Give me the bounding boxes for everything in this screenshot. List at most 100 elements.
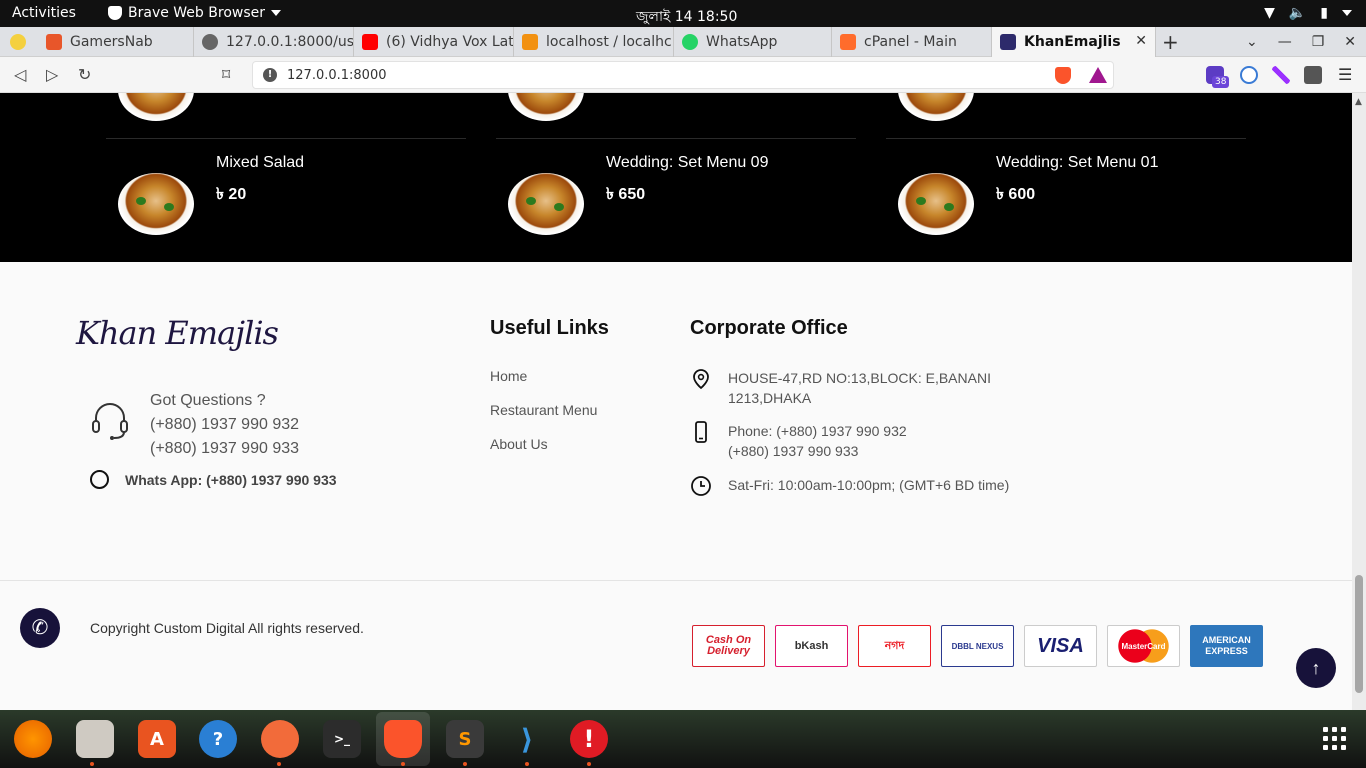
youtube-icon <box>362 34 378 50</box>
questions-phone-1[interactable]: (+880) 1937 990 932 <box>150 413 299 437</box>
menu-item-name[interactable]: Wedding: Set Menu 01 <box>996 154 1158 172</box>
dish-image <box>508 93 584 121</box>
page-scrollbar[interactable]: ▲ <box>1352 93 1366 710</box>
location-pin-icon <box>693 369 709 390</box>
cpanel-icon <box>840 34 856 50</box>
maximize-icon[interactable]: ❐ <box>1312 34 1325 50</box>
address-bar[interactable]: ! 127.0.0.1:8000 <box>252 61 1114 89</box>
address-line-1: HOUSE-47,RD NO:13,BLOCK: E,BANANI <box>728 370 991 386</box>
tab-phpmyadmin[interactable]: localhost / localhc <box>514 27 674 57</box>
bkash-logo: bKash <box>775 625 848 667</box>
tab-title: cPanel - Main <box>864 34 957 50</box>
site-info-icon[interactable]: ! <box>263 68 277 82</box>
brave-rewards-icon[interactable] <box>1089 67 1107 83</box>
system-tray[interactable]: ▼ 🔈 ▮ <box>1264 5 1352 21</box>
menu-section: Mixed Salad ৳ 20 Wedding: Set Menu 09 ৳ … <box>0 93 1352 262</box>
menu-item[interactable]: Mixed Salad ৳ 20 <box>106 93 466 235</box>
menu-item[interactable]: Wedding: Set Menu 01 ৳ 600 <box>886 93 1246 235</box>
update-alert-icon[interactable]: ! <box>570 720 608 758</box>
menu-item-price: ৳ 600 <box>996 186 1036 203</box>
brave-icon <box>108 6 122 20</box>
puzzle-icon[interactable] <box>1304 66 1322 84</box>
tab-whatsapp[interactable]: WhatsApp <box>674 27 832 57</box>
dish-image <box>508 173 584 235</box>
useful-links-heading: Useful Links <box>490 317 609 339</box>
site-logo[interactable]: Khan Emajlis <box>76 314 279 352</box>
payment-methods: Cash On Delivery bKash নগদ DBBL NEXUS VI… <box>692 625 1263 667</box>
menu-item-price: ৳ 20 <box>216 186 247 203</box>
menu-separator <box>886 138 1246 139</box>
terminal-icon[interactable]: >_ <box>323 720 361 758</box>
clock[interactable]: জুলাই 14 18:50 <box>636 5 737 29</box>
reload-icon[interactable]: ↻ <box>78 65 91 84</box>
show-applications-icon[interactable] <box>1323 727 1346 750</box>
pen-extension-icon[interactable] <box>1272 66 1290 84</box>
minimize-icon[interactable]: — <box>1278 34 1292 50</box>
close-tab-icon[interactable]: ✕ <box>1135 33 1147 49</box>
footer-link-restaurant-menu[interactable]: Restaurant Menu <box>490 402 597 419</box>
postman-icon[interactable] <box>261 720 299 758</box>
new-tab-button[interactable]: + <box>1162 30 1179 54</box>
tab-title: (6) Vidhya Vox Lat <box>386 34 514 50</box>
hamburger-menu-icon[interactable]: ☰ <box>1338 65 1352 84</box>
extension-circle-icon[interactable] <box>1240 66 1258 84</box>
ubuntu-dock: A ? >_ S ⟩ ! <box>0 710 1366 768</box>
bookmark-icon[interactable]: ⌑ <box>222 65 230 84</box>
tab-title: localhost / localhc <box>546 34 672 50</box>
footer-link-about-us[interactable]: About Us <box>490 436 597 453</box>
menu-item-name[interactable]: Wedding: Set Menu 09 <box>606 154 768 172</box>
help-icon[interactable]: ? <box>199 720 237 758</box>
tab-search-icon[interactable]: ⌄ <box>1246 34 1258 50</box>
dish-image <box>898 173 974 235</box>
brave-shields-icon[interactable] <box>1055 67 1071 84</box>
wifi-icon: ▼ <box>1264 5 1275 21</box>
whatsapp-contact[interactable]: Whats App: (+880) 1937 990 933 <box>90 470 337 489</box>
app-menu[interactable]: Brave Web Browser <box>108 5 281 21</box>
activities-button[interactable]: Activities <box>12 5 76 21</box>
tab-youtube[interactable]: (6) Vidhya Vox Lat <box>354 27 514 57</box>
tab-cpanel[interactable]: cPanel - Main <box>832 27 992 57</box>
menu-item[interactable]: Wedding: Set Menu 09 ৳ 650 <box>496 93 856 235</box>
tab-gamersnab[interactable]: GamersNab <box>38 27 194 57</box>
dish-image <box>118 173 194 235</box>
firefox-icon[interactable] <box>14 720 52 758</box>
office-hours: Sat-Fri: 10:00am-10:00pm; (GMT+6 BD time… <box>690 475 1009 497</box>
corporate-office-heading: Corporate Office <box>690 317 848 339</box>
mobile-phone-icon <box>695 421 707 443</box>
questions-label: Got Questions ? <box>150 392 266 409</box>
battery-icon: ▮ <box>1320 5 1328 21</box>
url-text[interactable]: 127.0.0.1:8000 <box>287 68 387 83</box>
contact-questions: Got Questions ? (+880) 1937 990 932 (+88… <box>150 389 299 461</box>
office-phone-1[interactable]: Phone: (+880) 1937 990 932 <box>728 421 907 441</box>
scroll-to-top-button[interactable]: ↑ <box>1296 648 1336 688</box>
scrollbar-thumb[interactable] <box>1355 575 1363 693</box>
footer-divider <box>0 580 1352 581</box>
menu-item-name[interactable]: Mixed Salad <box>216 154 304 172</box>
tab-strip: GamersNab 127.0.0.1:8000/use (6) Vidhya … <box>0 27 1366 57</box>
caret-down-icon <box>271 10 281 16</box>
copyright-text: Copyright Custom Digital All rights rese… <box>90 620 364 636</box>
back-icon[interactable]: ◁ <box>14 65 26 84</box>
tab-localhost-users[interactable]: 127.0.0.1:8000/use <box>194 27 354 57</box>
software-center-icon[interactable]: A <box>138 720 176 758</box>
sublime-text-icon[interactable]: S <box>446 720 484 758</box>
scroll-up-arrow-icon[interactable]: ▲ <box>1355 97 1362 107</box>
vscode-icon[interactable]: ⟩ <box>508 720 546 758</box>
js-extension-icon[interactable] <box>10 34 26 50</box>
office-address: HOUSE-47,RD NO:13,BLOCK: E,BANANI 1213,D… <box>690 368 991 408</box>
files-icon[interactable] <box>76 720 114 758</box>
whatsapp-icon <box>682 34 698 50</box>
menu-separator <box>106 138 466 139</box>
footer-link-home[interactable]: Home <box>490 368 597 385</box>
close-window-icon[interactable]: ✕ <box>1344 34 1356 50</box>
visa-logo: VISA <box>1024 625 1097 667</box>
questions-phone-2[interactable]: (+880) 1937 990 933 <box>150 437 299 461</box>
hours-text: Sat-Fri: 10:00am-10:00pm; (GMT+6 BD time… <box>728 477 1010 493</box>
tab-title: 127.0.0.1:8000/use <box>226 34 354 50</box>
phone-icon[interactable]: ✆ <box>20 608 60 648</box>
office-phone-2[interactable]: (+880) 1937 990 933 <box>728 441 907 461</box>
tab-title: KhanEmajlis <box>1024 34 1121 50</box>
tab-khanemajlis[interactable]: KhanEmajlis ✕ <box>992 27 1156 57</box>
brave-browser-icon[interactable] <box>384 720 422 758</box>
forward-icon[interactable]: ▷ <box>46 65 58 84</box>
